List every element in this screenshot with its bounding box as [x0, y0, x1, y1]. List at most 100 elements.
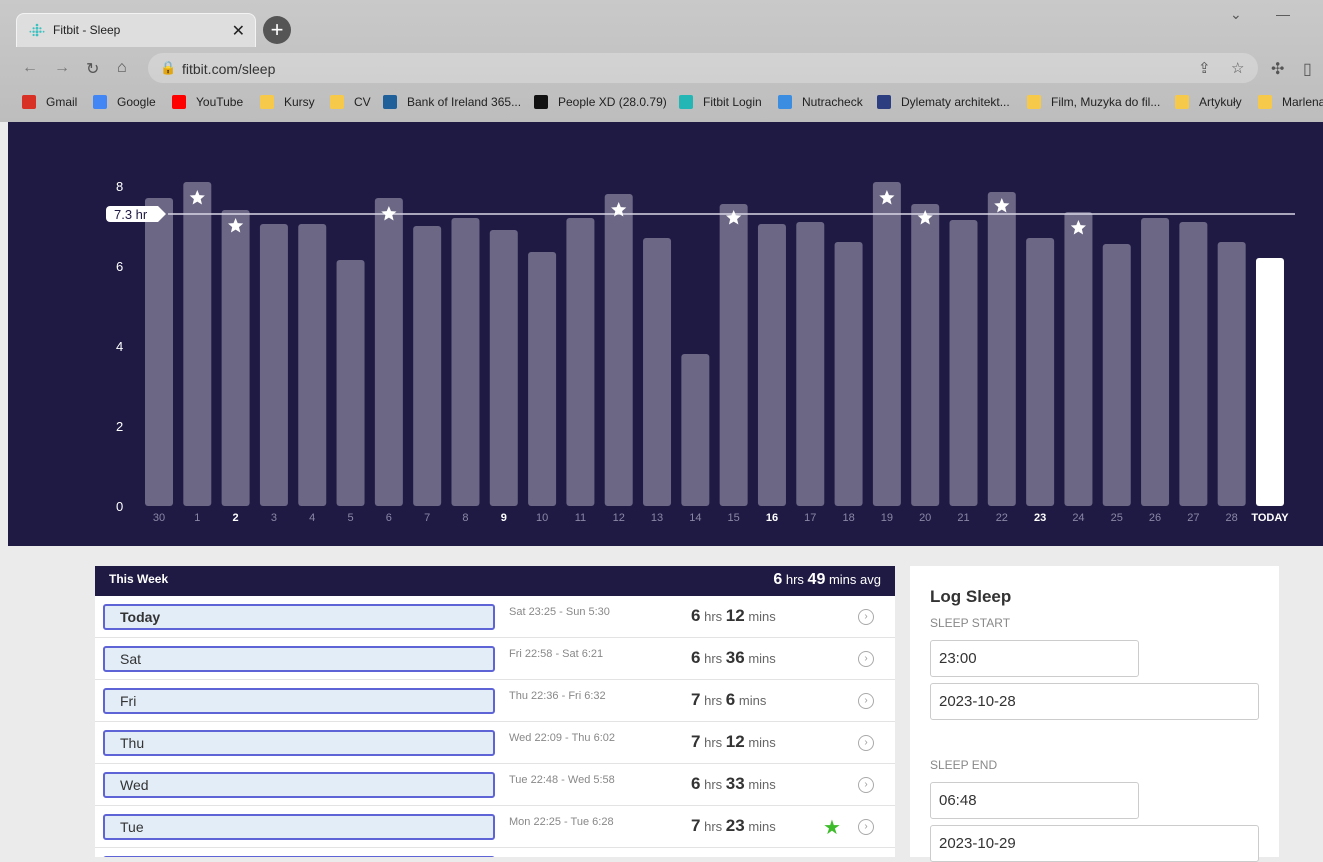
- x-tick-label: 5: [347, 512, 353, 524]
- day-button[interactable]: Sat: [103, 646, 495, 672]
- bookmark-label: Nutracheck: [802, 95, 863, 109]
- day-button[interactable]: Fri: [103, 688, 495, 714]
- close-tab-icon[interactable]: ✕: [232, 21, 245, 41]
- bookmark-icon: [1027, 95, 1041, 109]
- bar[interactable]: [719, 204, 748, 506]
- bar[interactable]: [528, 252, 557, 506]
- x-tick-label: 3: [271, 512, 277, 524]
- bookmark-item[interactable]: Artykuły: [1175, 95, 1242, 109]
- bookmark-item[interactable]: Google: [93, 95, 156, 109]
- share-icon[interactable]: ⇪: [1198, 59, 1211, 77]
- bar[interactable]: [145, 198, 173, 506]
- bookmark-item[interactable]: YouTube: [172, 95, 243, 109]
- bookmark-label: Kursy: [284, 95, 315, 109]
- bar[interactable]: [451, 218, 480, 506]
- bookmark-item[interactable]: Fitbit Login: [679, 95, 762, 109]
- bar[interactable]: [259, 224, 288, 506]
- bar[interactable]: [872, 182, 901, 506]
- chevron-right-icon[interactable]: ›: [858, 735, 874, 751]
- chevron-right-icon[interactable]: ›: [858, 777, 874, 793]
- bookmark-icon: [260, 95, 274, 109]
- y-tick-label: 4: [116, 339, 123, 354]
- browser-tab[interactable]: Fitbit - Sleep ✕: [16, 13, 256, 47]
- side-panel-icon[interactable]: ▯: [1303, 59, 1312, 79]
- address-bar[interactable]: 🔒 fitbit.com/sleep ⇪ ☆: [148, 53, 1258, 83]
- extensions-icon[interactable]: ✣: [1271, 59, 1284, 79]
- bar[interactable]: [949, 220, 978, 506]
- day-button[interactable]: Today: [103, 604, 495, 630]
- bar[interactable]: [757, 224, 786, 506]
- home-icon[interactable]: ⌂: [117, 59, 127, 77]
- day-button[interactable]: Wed: [103, 772, 495, 798]
- bar[interactable]: [643, 238, 672, 506]
- bookmark-icon: [534, 95, 548, 109]
- bookmark-label: YouTube: [196, 95, 244, 109]
- goal-star-icon: ★: [823, 817, 841, 839]
- bar[interactable]: [1217, 242, 1246, 506]
- bar[interactable]: [489, 230, 518, 506]
- bookmark-label: People XD (28.0.79): [558, 95, 667, 109]
- bar-today[interactable]: [1255, 258, 1284, 506]
- sleep-duration: 7 hrs 12 mins: [691, 732, 776, 751]
- bar[interactable]: [1026, 238, 1055, 506]
- bookmark-item[interactable]: CV: [330, 95, 371, 109]
- day-button[interactable]: Thu: [103, 730, 495, 756]
- bookmark-item[interactable]: Dylematy architekt...: [877, 95, 1010, 109]
- bar[interactable]: [604, 194, 633, 506]
- x-tick-label: 11: [575, 512, 586, 524]
- table-row: Wed Tue 22:48 - Wed 5:58 6 hrs 33 mins ›: [95, 764, 895, 806]
- bar[interactable]: [221, 210, 250, 506]
- x-tick-label: 9: [501, 512, 507, 524]
- chevron-right-icon[interactable]: ›: [858, 609, 874, 625]
- bookmark-label: Bank of Ireland 365...: [407, 95, 522, 109]
- sleep-range: Sat 23:25 - Sun 5:30: [509, 606, 610, 618]
- forward-icon[interactable]: →: [54, 59, 70, 77]
- minimize-icon[interactable]: —: [1276, 6, 1290, 22]
- bookmark-icon: [679, 95, 693, 109]
- sleep-range: Mon 22:25 - Tue 6:28: [509, 816, 614, 828]
- bar[interactable]: [566, 218, 595, 506]
- bookmark-item[interactable]: Marlena: [1258, 95, 1323, 109]
- x-tick-label: 17: [804, 512, 816, 524]
- sleep-end-time-input[interactable]: [930, 782, 1139, 819]
- sleep-duration: 6 hrs 12 mins: [691, 606, 776, 625]
- bar[interactable]: [413, 226, 442, 506]
- tab-search-icon[interactable]: ⌄: [1230, 6, 1242, 23]
- bookmark-icon: [172, 95, 186, 109]
- bookmark-item[interactable]: People XD (28.0.79): [534, 95, 667, 109]
- bar[interactable]: [1179, 222, 1208, 506]
- reload-icon[interactable]: ↻: [86, 59, 99, 79]
- bookmark-item[interactable]: Bank of Ireland 365...: [383, 95, 521, 109]
- bar[interactable]: [834, 242, 863, 506]
- bar[interactable]: [796, 222, 825, 506]
- back-icon[interactable]: ←: [22, 59, 38, 77]
- chevron-right-icon[interactable]: ›: [858, 693, 874, 709]
- y-tick-label: 6: [116, 259, 123, 274]
- bookmark-item[interactable]: Kursy: [260, 95, 315, 109]
- bookmark-item[interactable]: Nutracheck: [778, 95, 863, 109]
- bar[interactable]: [1141, 218, 1170, 506]
- bookmark-star-icon[interactable]: ☆: [1231, 59, 1244, 77]
- day-button[interactable]: Tue: [103, 814, 495, 840]
- bar[interactable]: [1102, 244, 1131, 506]
- sleep-end-date-input[interactable]: [930, 825, 1259, 862]
- sleep-start-date-input[interactable]: [930, 683, 1259, 720]
- chevron-right-icon[interactable]: ›: [858, 819, 874, 835]
- bar[interactable]: [374, 198, 403, 506]
- bookmark-item[interactable]: Gmail: [22, 95, 77, 109]
- bar[interactable]: [1064, 212, 1093, 506]
- bar[interactable]: [298, 224, 327, 506]
- bar[interactable]: [681, 354, 710, 506]
- bar[interactable]: [987, 192, 1016, 506]
- bar[interactable]: [911, 204, 940, 506]
- sleep-duration: 7 hrs 23 mins: [691, 816, 776, 835]
- bookmark-label: CV: [354, 95, 371, 109]
- chevron-right-icon[interactable]: ›: [858, 651, 874, 667]
- sleep-start-time-input[interactable]: [930, 640, 1139, 677]
- bar[interactable]: [183, 182, 212, 506]
- x-tick-label: 15: [728, 512, 740, 524]
- browser-chrome: Fitbit - Sleep ✕ + ⌄ — ← → ↻ ⌂ 🔒 fitbit.…: [0, 0, 1323, 122]
- bar[interactable]: [336, 260, 365, 506]
- new-tab-button[interactable]: +: [263, 16, 291, 44]
- bookmark-item[interactable]: Film, Muzyka do fil...: [1027, 95, 1160, 109]
